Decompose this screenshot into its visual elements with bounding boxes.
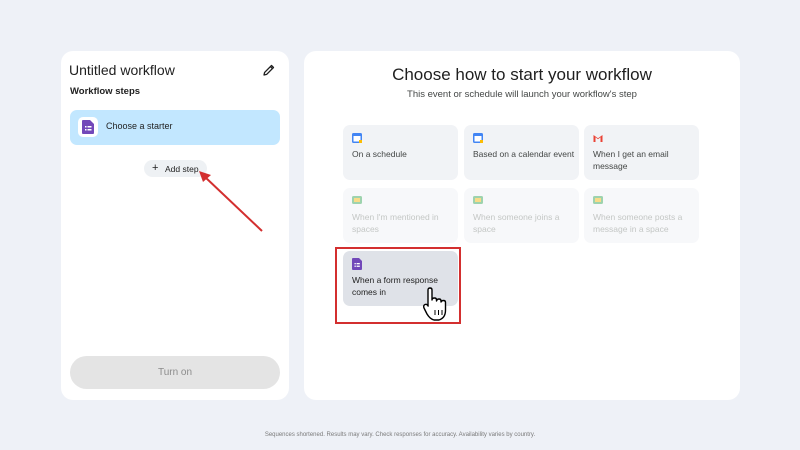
page-subtitle: This event or schedule will launch your … [407,89,637,100]
option-on-a-schedule[interactable]: On a schedule [343,125,458,180]
workflow-steps-heading: Workflow steps [70,86,141,97]
starter-icon-container [78,117,98,137]
calendar-icon [352,133,362,143]
option-joins-space: When someone joins a space [464,188,579,243]
pencil-icon[interactable] [262,63,276,77]
starter-label: Choose a starter [106,121,173,131]
chat-icon [593,196,603,204]
starter-chooser-panel: Choose how to start your workflow This e… [304,51,740,400]
chat-icon [473,196,483,204]
gmail-icon [593,135,603,142]
option-calendar-event[interactable]: Based on a calendar event [464,125,579,180]
annotation-highlight-box [335,247,461,324]
disclaimer-footer: Sequences shortened. Results may vary. C… [264,432,536,438]
plus-icon: + [152,162,159,174]
choose-starter-step[interactable]: Choose a starter [70,110,280,145]
option-label: When I get an email message [593,149,669,171]
workflow-title[interactable]: Untitled workflow [69,62,175,78]
workflow-panel: Untitled workflow Workflow steps Choose … [61,51,289,400]
option-label: When someone joins a space [473,212,560,234]
option-label: Based on a calendar event [473,149,575,159]
page-title: Choose how to start your workflow [392,65,652,84]
turn-on-button[interactable]: Turn on [70,356,280,389]
add-step-label: Add step [165,164,199,174]
calendar-icon [473,133,483,143]
forms-icon [82,120,94,134]
option-email-message[interactable]: When I get an email message [584,125,699,180]
option-posts-message: When someone posts a message in a space [584,188,699,243]
chat-icon [352,196,362,204]
add-step-button[interactable]: + Add step [144,160,207,177]
option-label: When I'm mentioned in spaces [352,212,439,234]
option-label: On a schedule [352,149,407,159]
option-mentioned-in-spaces: When I'm mentioned in spaces [343,188,458,243]
option-label: When someone posts a message in a space [593,212,683,234]
